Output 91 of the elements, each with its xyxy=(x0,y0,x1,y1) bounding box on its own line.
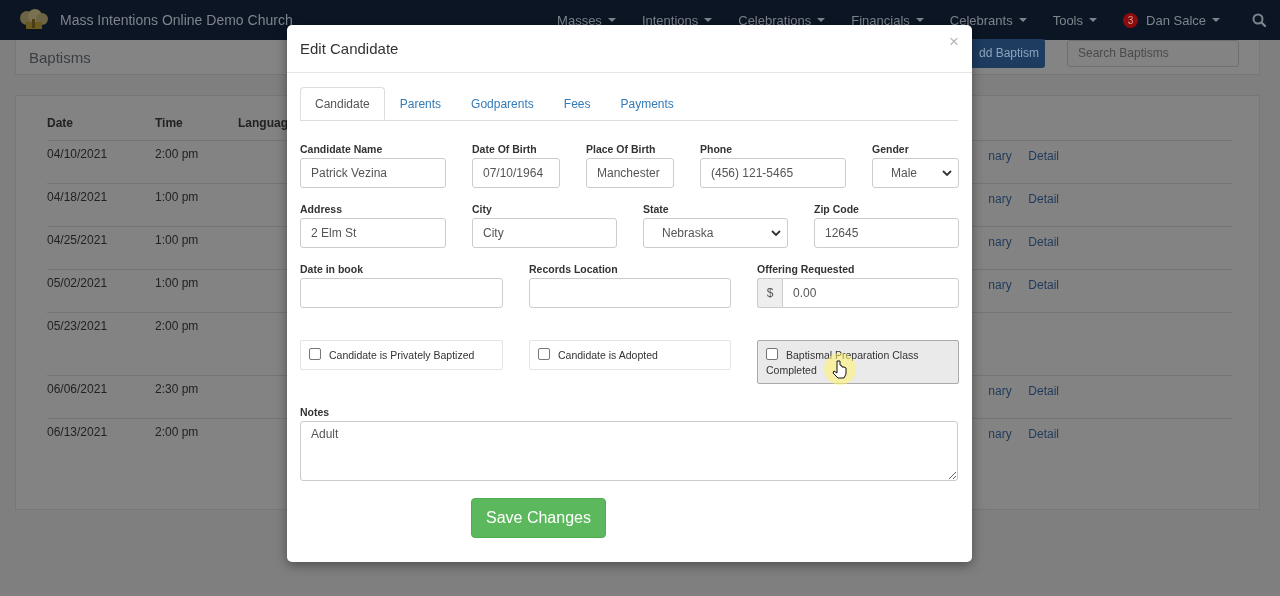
table-cell-text: 05/23/2021 xyxy=(47,319,109,333)
tab[interactable]: Fees xyxy=(548,87,606,120)
church-logo-icon xyxy=(18,8,50,32)
user-menu[interactable]: 3 Dan Salce xyxy=(1123,12,1220,28)
table-cell-text: 06/06/2021 xyxy=(47,382,109,396)
nav-menu[interactable]: Financials xyxy=(851,12,924,28)
table-cell-text: 04/25/2021 xyxy=(47,233,109,247)
chevron-down-icon xyxy=(942,170,952,176)
caret-icon xyxy=(704,18,713,22)
nav-menu[interactable]: Tools xyxy=(1052,12,1097,28)
table-link[interactable]: Detail xyxy=(1028,427,1059,441)
table-link[interactable]: Detail xyxy=(1028,149,1059,163)
field-label: Records Location xyxy=(529,263,619,275)
table-link[interactable]: nary xyxy=(988,235,1012,249)
table-cell-text: 1:00 pm xyxy=(155,276,200,290)
search-field[interactable]: Search Baptisms xyxy=(1067,39,1239,67)
table-cell-text: 2:00 pm xyxy=(155,319,200,333)
input-field[interactable]: 12645 xyxy=(814,218,959,248)
tab[interactable]: Payments xyxy=(605,87,689,120)
table-cell-text: 1:00 pm xyxy=(155,190,200,204)
input-field[interactable]: City xyxy=(472,218,617,248)
currency-addon: $ xyxy=(757,278,783,308)
field-label: City xyxy=(472,203,493,215)
table-link[interactable]: Detail xyxy=(1028,278,1059,292)
table-link[interactable]: nary xyxy=(988,278,1012,292)
checkbox[interactable] xyxy=(766,348,778,360)
search-icon xyxy=(1252,13,1266,27)
table-link[interactable]: Detail xyxy=(1028,235,1059,249)
caret-icon xyxy=(607,18,616,22)
field-label: Zip Code xyxy=(814,203,860,215)
page-title: Baptisms xyxy=(29,48,91,66)
nav-menu[interactable]: Intentions xyxy=(641,12,713,28)
table-cell-text: 2:00 pm xyxy=(155,425,200,439)
table-link[interactable]: Detail xyxy=(1028,384,1059,398)
field-label: Place Of Birth xyxy=(586,143,657,155)
dropdown[interactable]: Male xyxy=(872,158,959,188)
table-cell-text: 2:30 pm xyxy=(155,382,200,396)
nav-menu[interactable]: Masses xyxy=(557,12,616,28)
input-field[interactable] xyxy=(300,278,503,308)
field-label: Offering Requested xyxy=(757,263,856,275)
input-field[interactable]: (456) 121-5465 xyxy=(700,158,846,188)
table-cell-text: 2:00 pm xyxy=(155,147,200,161)
field-label: Phone xyxy=(700,143,734,155)
brand-name[interactable]: Mass Intentions Online Demo Church xyxy=(60,12,293,28)
column-header: Time xyxy=(155,116,184,130)
caret-icon xyxy=(915,18,924,22)
table-cell-text: 06/13/2021 xyxy=(47,425,109,439)
input-field[interactable]: 0.00 xyxy=(782,278,959,308)
table-link[interactable]: Detail xyxy=(1028,192,1059,206)
table-cell-text: 04/18/2021 xyxy=(47,190,109,204)
dropdown[interactable]: Nebraska xyxy=(643,218,788,248)
table-link[interactable]: nary xyxy=(988,427,1012,441)
field-label: Address xyxy=(300,203,343,215)
notes-field[interactable]: Adult xyxy=(300,421,958,481)
field-label: State xyxy=(643,203,670,215)
input-field[interactable]: 2 Elm St xyxy=(300,218,446,248)
column-header: Languag xyxy=(238,116,289,130)
dialog-title: Edit Candidate xyxy=(300,40,399,57)
tab[interactable]: Godparents xyxy=(456,87,549,120)
caret-icon xyxy=(1212,18,1220,22)
column-header: Date xyxy=(47,116,74,130)
table-link[interactable]: nary xyxy=(988,192,1012,206)
input-field[interactable]: Manchester xyxy=(586,158,674,188)
table-cell-text: 04/10/2021 xyxy=(47,147,109,161)
nav-menu[interactable]: Celebrants xyxy=(949,12,1027,28)
field-label: Notes xyxy=(300,406,331,418)
tab[interactable]: Candidate xyxy=(300,87,385,120)
table-link[interactable]: nary xyxy=(988,149,1012,163)
checkbox[interactable] xyxy=(538,348,550,360)
table-link[interactable]: nary xyxy=(988,384,1012,398)
field-label: Date Of Birth xyxy=(472,143,538,155)
table-cell-text: 05/02/2021 xyxy=(47,276,109,290)
tab[interactable]: Parents xyxy=(384,87,457,120)
checkbox[interactable] xyxy=(309,348,321,360)
checkbox-option[interactable]: Baptismal Preparation Class Completed xyxy=(757,340,959,384)
save-button[interactable]: Save Changes xyxy=(471,498,606,538)
notification-badge: 3 xyxy=(1123,12,1138,28)
caret-icon xyxy=(1089,18,1097,22)
field-label: Candidate Name xyxy=(300,143,384,155)
field-label: Date in book xyxy=(300,263,364,275)
input-field[interactable]: 07/10/1964 xyxy=(472,158,560,188)
nav-menu[interactable]: Celebrations xyxy=(738,12,826,28)
field-label: Gender xyxy=(872,143,910,155)
checkbox-option[interactable]: Candidate is Adopted xyxy=(529,340,731,370)
input-field[interactable]: Patrick Vezina xyxy=(300,158,446,188)
caret-icon xyxy=(1018,18,1027,22)
input-field[interactable] xyxy=(529,278,731,308)
chevron-down-icon xyxy=(771,230,781,236)
checkbox-option[interactable]: Candidate is Privately Baptized xyxy=(300,340,503,370)
table-cell-text: 1:00 pm xyxy=(155,233,200,247)
caret-icon xyxy=(817,18,826,22)
